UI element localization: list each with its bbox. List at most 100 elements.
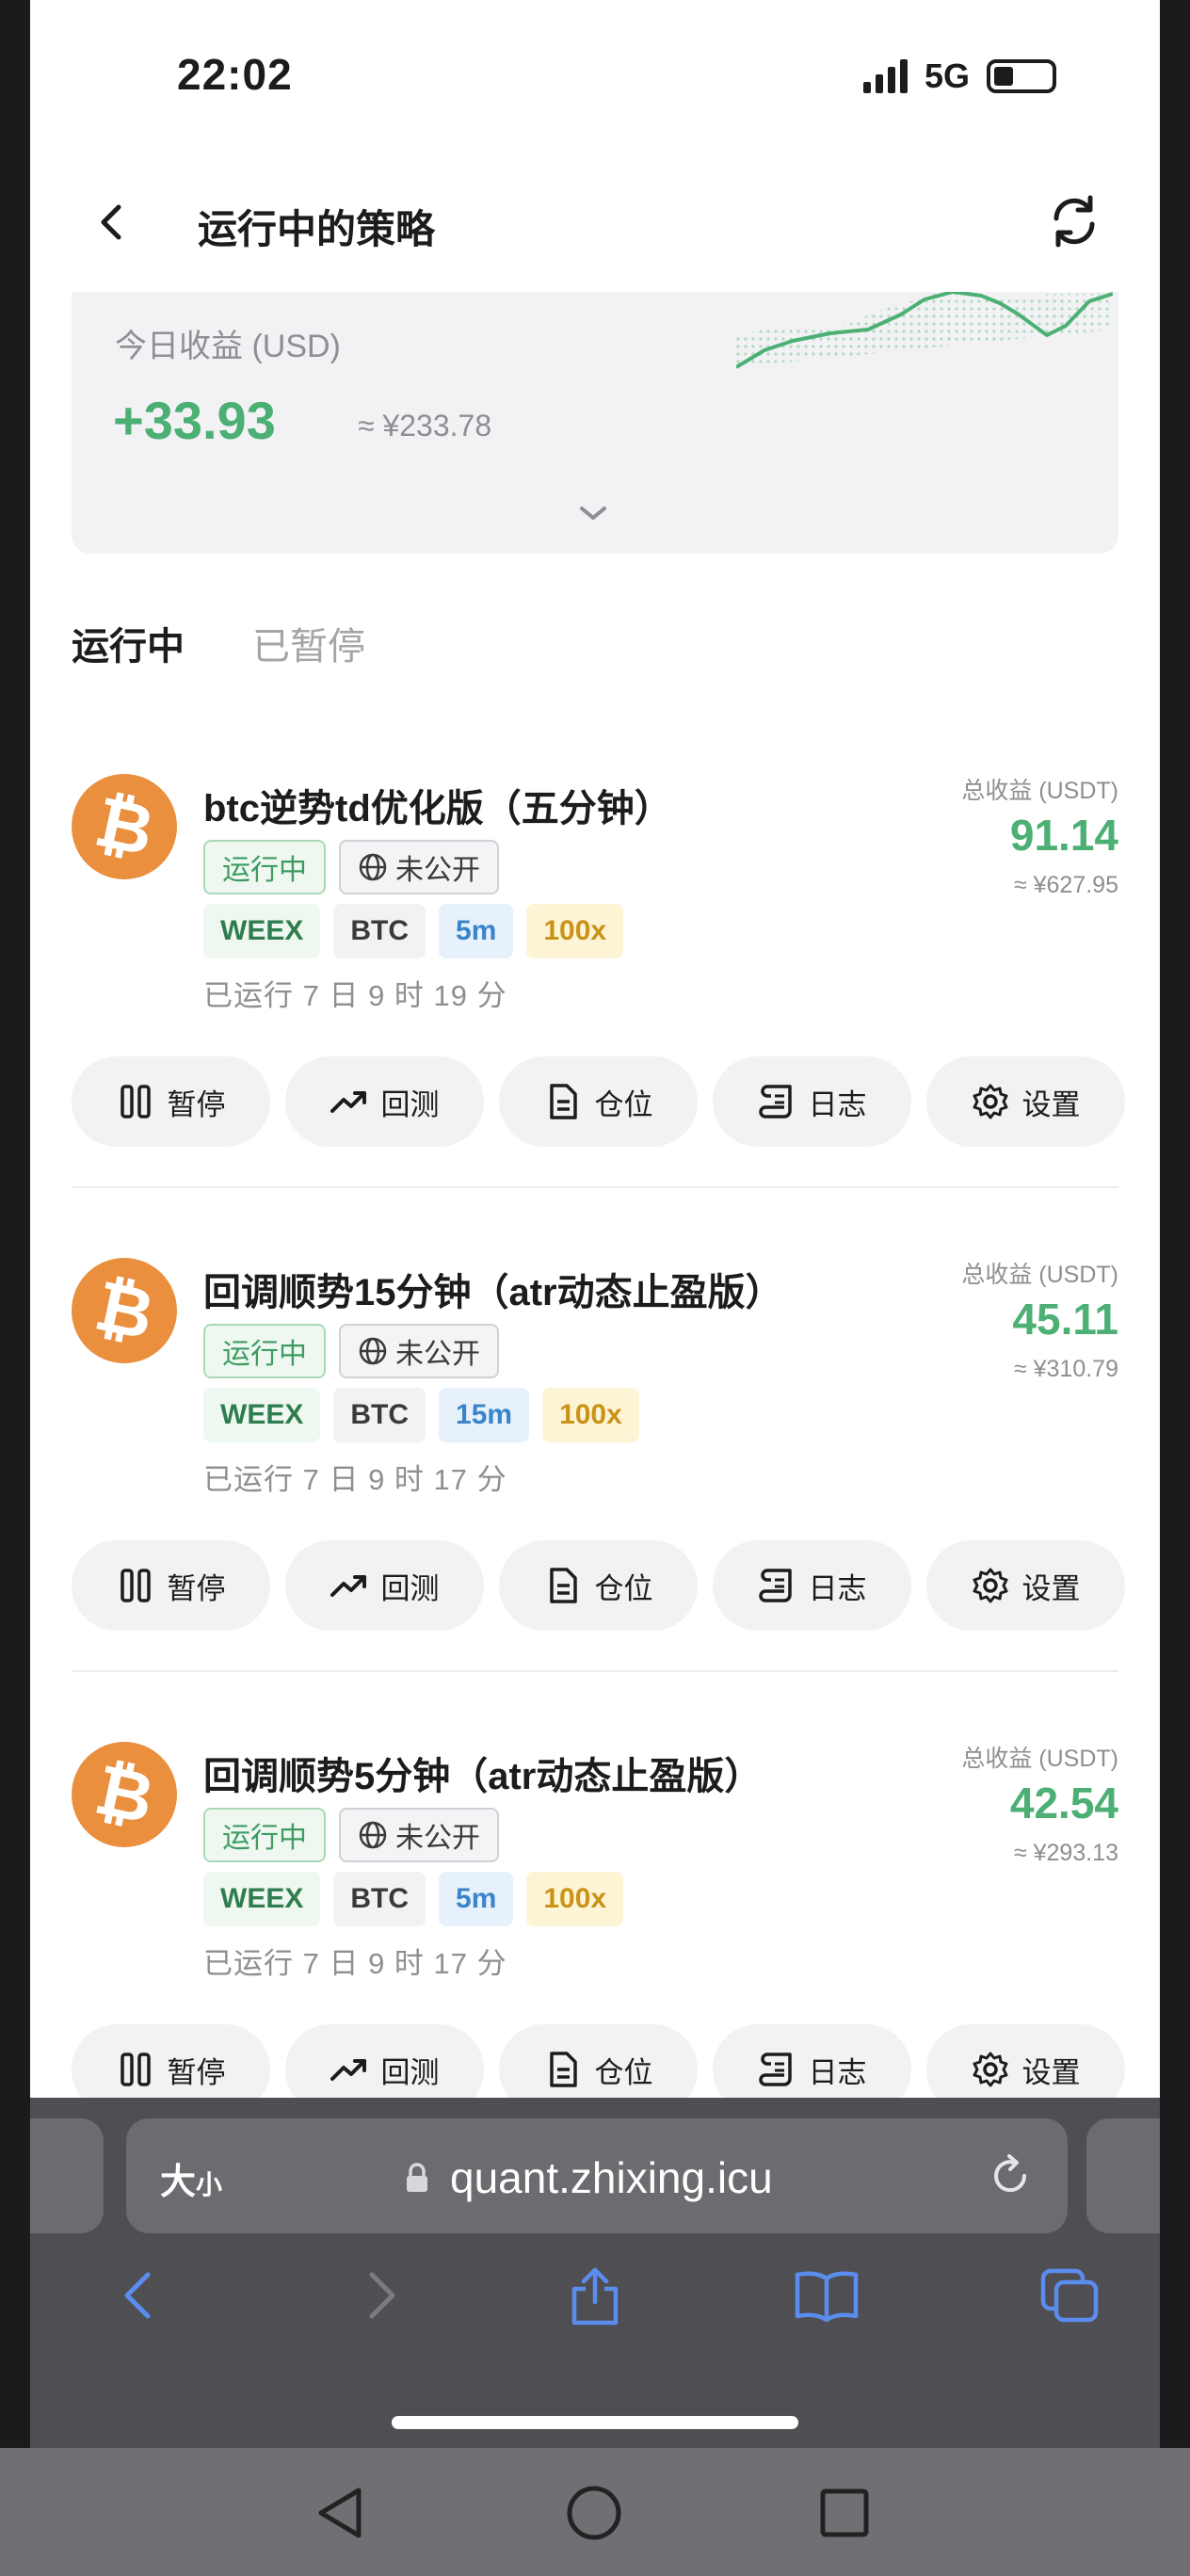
visibility-label: 未公开 — [395, 1339, 480, 1370]
visibility-badge: 未公开 — [339, 1324, 499, 1378]
nav-header: 运行中的策略 — [30, 160, 1160, 292]
log-label: 日志 — [808, 1571, 867, 1605]
total-profit-label: 总收益 (USDT) — [961, 778, 1118, 804]
gear-icon — [973, 1568, 1007, 1603]
action-row: 暂停 回测 仓位 日志 设置 — [72, 1056, 1125, 1147]
backtest-label: 回测 — [380, 1087, 440, 1121]
backtest-button[interactable]: 回测 — [285, 1540, 484, 1631]
symbol-tag: BTC — [333, 904, 426, 958]
status-time: 22:02 — [177, 50, 293, 99]
chevron-down-icon[interactable] — [574, 499, 612, 527]
tab-running[interactable]: 运行中 — [72, 616, 185, 670]
app-screen: 22:02 5G 运行中的策略 今日收益 (USD) +33.93 ≈ ¥233… — [30, 0, 1160, 2448]
scroll-icon — [758, 1569, 792, 1602]
globe-icon — [359, 1821, 387, 1849]
symbol-tag: BTC — [333, 1872, 426, 1926]
strategy-card[interactable]: ₿ btc逆势td优化版（五分钟） 运行中 未公开 WEEX BTC 5m 10… — [72, 774, 1125, 1258]
back-button[interactable] — [83, 194, 139, 250]
backtest-label: 回测 — [380, 2055, 440, 2089]
total-profit-cny: ≈ ¥310.79 — [1013, 1356, 1118, 1382]
log-button[interactable]: 日志 — [713, 1056, 911, 1147]
card-divider — [72, 1670, 1118, 1672]
gear-icon — [973, 2052, 1007, 2087]
circle-home-icon — [567, 2486, 621, 2540]
action-row: 暂停 回测 仓位 日志 设置 — [72, 1540, 1125, 1631]
home-indicator[interactable] — [392, 2416, 798, 2429]
previous-tab-preview[interactable] — [30, 2118, 104, 2233]
lock-icon — [407, 2163, 427, 2192]
status-tabs: 运行中 已暂停 — [72, 616, 365, 670]
next-tab-preview[interactable] — [1086, 2118, 1160, 2233]
total-profit-cny: ≈ ¥293.13 — [1013, 1840, 1118, 1866]
system-home-button[interactable] — [561, 2480, 627, 2546]
spec-tags: WEEX BTC 5m 100x — [203, 904, 624, 958]
settings-button[interactable]: 设置 — [926, 1056, 1125, 1147]
bitcoin-icon: ₿ — [72, 1742, 177, 1847]
pause-button[interactable]: 暂停 — [72, 1540, 270, 1631]
total-profit-value: 45.11 — [1012, 1295, 1118, 1344]
card-divider — [72, 1186, 1118, 1188]
url-display[interactable]: quant.zhixing.icu — [405, 2152, 773, 2203]
system-recents-button[interactable] — [812, 2480, 877, 2546]
pause-button[interactable]: 暂停 — [72, 1056, 270, 1147]
total-profit-cny: ≈ ¥627.95 — [1013, 872, 1118, 898]
exchange-tag: WEEX — [203, 1872, 321, 1926]
status-tags: 运行中 未公开 — [203, 840, 499, 894]
scroll-icon — [758, 1085, 792, 1119]
chevron-right-icon — [369, 2272, 395, 2319]
text-size-button[interactable]: 大小 — [160, 2152, 222, 2204]
strategy-name: 回调顺势5分钟（atr动态止盈版） — [203, 1756, 763, 1797]
book-icon — [795, 2271, 859, 2322]
refresh-button[interactable] — [1041, 188, 1107, 254]
tab-paused[interactable]: 已暂停 — [252, 616, 365, 670]
timeframe-tag: 5m — [439, 904, 514, 958]
browser-toolbar: 大小 quant.zhixing.icu — [30, 2098, 1160, 2448]
daily-profit-value: +33.93 — [113, 391, 276, 450]
running-badge: 运行中 — [203, 840, 326, 894]
tabs-button[interactable] — [1032, 2258, 1107, 2333]
spec-tags: WEEX BTC 15m 100x — [203, 1388, 639, 1442]
system-nav-bar — [0, 2448, 1190, 2576]
bookmarks-button[interactable] — [789, 2258, 864, 2333]
runtime-text: 已运行 7 日 9 时 17 分 — [203, 1463, 507, 1496]
log-label: 日志 — [808, 2055, 867, 2089]
strategy-name: btc逆势td优化版（五分钟） — [203, 788, 672, 829]
position-button[interactable]: 仓位 — [499, 1056, 698, 1147]
position-button[interactable]: 仓位 — [499, 1540, 698, 1631]
strategy-card[interactable]: ₿ 回调顺势15分钟（atr动态止盈版） 运行中 未公开 WEEX BTC 15… — [72, 1258, 1125, 1742]
settings-label: 设置 — [1021, 2055, 1081, 2089]
document-icon — [549, 2052, 577, 2087]
daily-profit-cny: ≈ ¥233.78 — [358, 409, 492, 443]
square-recents-icon — [820, 2488, 869, 2537]
runtime-text: 已运行 7 日 9 时 19 分 — [203, 979, 507, 1012]
profit-sparkline — [736, 292, 1113, 369]
visibility-label: 未公开 — [395, 855, 480, 886]
timeframe-tag: 5m — [439, 1872, 514, 1926]
trend-up-icon — [330, 1575, 366, 1597]
reload-icon[interactable] — [987, 2152, 1034, 2199]
url-text: quant.zhixing.icu — [450, 2153, 773, 2202]
backtest-label: 回测 — [380, 1571, 440, 1605]
triangle-back-icon — [318, 2487, 362, 2538]
system-back-button[interactable] — [307, 2480, 373, 2546]
pause-label: 暂停 — [167, 2055, 226, 2089]
position-label: 仓位 — [594, 1087, 653, 1121]
settings-button[interactable]: 设置 — [926, 1540, 1125, 1631]
browser-back-button[interactable] — [100, 2258, 175, 2333]
visibility-label: 未公开 — [395, 1823, 480, 1854]
signal-icon — [862, 59, 908, 93]
pause-icon — [120, 1085, 151, 1119]
address-bar[interactable]: 大小 quant.zhixing.icu — [126, 2118, 1068, 2233]
visibility-badge: 未公开 — [339, 840, 499, 894]
gear-icon — [973, 1084, 1007, 1119]
backtest-button[interactable]: 回测 — [285, 1056, 484, 1147]
total-profit-label: 总收益 (USDT) — [961, 1262, 1118, 1288]
chevron-left-icon — [101, 204, 121, 240]
device-frame-left — [0, 0, 30, 2576]
browser-forward-button[interactable] — [345, 2258, 420, 2333]
bitcoin-icon: ₿ — [72, 1258, 177, 1363]
tabs-icon — [1040, 2268, 1099, 2323]
share-button[interactable] — [557, 2258, 633, 2333]
log-button[interactable]: 日志 — [713, 1540, 911, 1631]
status-bar: 22:02 5G — [30, 0, 1160, 151]
